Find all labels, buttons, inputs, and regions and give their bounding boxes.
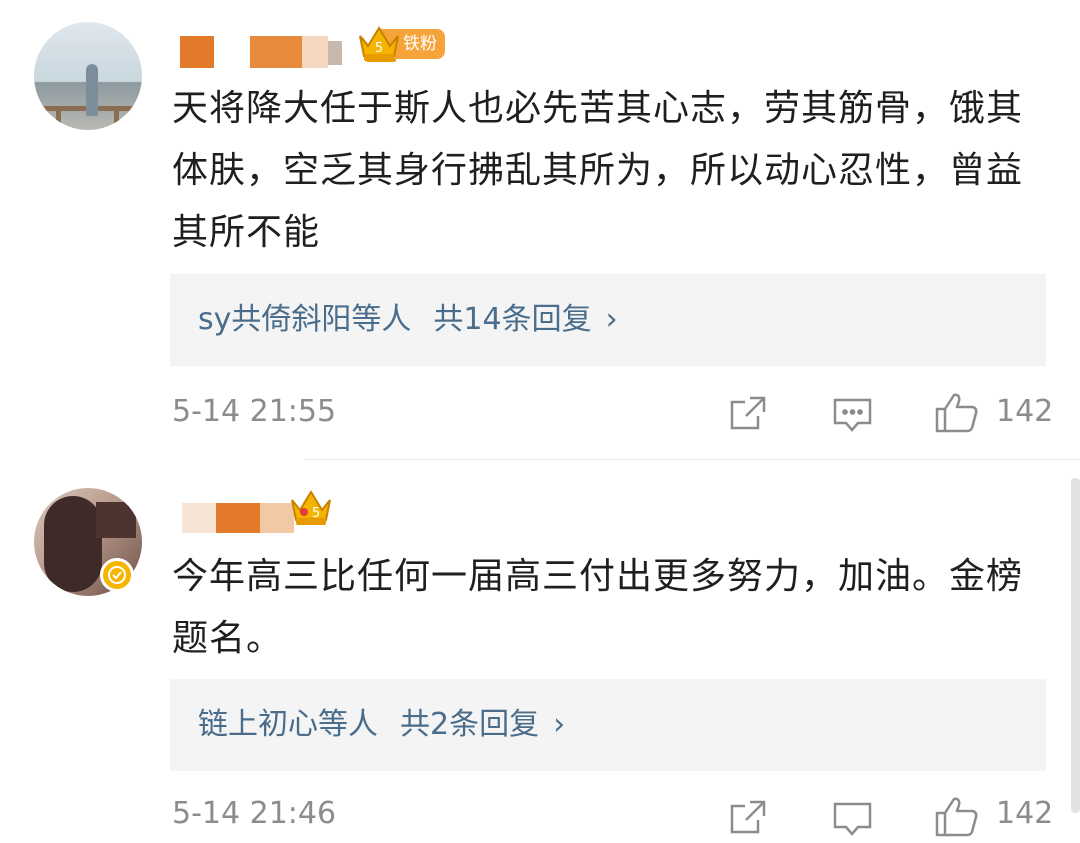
crown-icon: 5 — [288, 486, 334, 534]
avatar-block — [96, 502, 136, 538]
chevron-right-icon: › — [553, 707, 566, 742]
comment-text: 天将降大任于斯人也必先苦其心志，劳其筋骨，饿其体肤，空乏其身行拂乱其所为，所以动… — [172, 88, 1024, 253]
like-count: 142 — [996, 796, 1054, 831]
crown-icon: 5 — [356, 22, 402, 70]
comment-icon[interactable] — [832, 395, 874, 439]
comment-text: 今年高三比任何一届高三付出更多努力，加油。金榜题名。 — [172, 556, 1024, 659]
like-icon[interactable] — [934, 795, 980, 843]
reply-names: 链上初心等人 — [198, 707, 378, 742]
verified-check-icon — [108, 566, 126, 584]
username-redacted[interactable] — [178, 499, 298, 537]
avatar-post — [56, 106, 61, 130]
like-count: 142 — [996, 394, 1054, 429]
mosaic-icon — [182, 503, 294, 533]
fan-badge-label: 铁粉 — [403, 34, 437, 54]
reply-count: 共14条回复 — [433, 302, 592, 337]
svg-text:5: 5 — [312, 506, 320, 521]
reply-names: sy共倚斜阳等人 — [198, 302, 412, 337]
reply-count: 共2条回复 — [400, 707, 540, 742]
chevron-right-icon: › — [605, 302, 618, 337]
comment-icon[interactable] — [832, 799, 874, 843]
reply-summary[interactable]: 链上初心等人 共2条回复 › — [170, 679, 1046, 771]
avatar[interactable] — [34, 22, 142, 130]
comment-item: 铁粉 5 天将降大任于斯人也必先苦其心志，劳其筋骨，饿其体肤，空乏其身行拂乱其所… — [0, 0, 1080, 459]
svg-text:5: 5 — [375, 41, 383, 56]
comment-time: 5-14 21:55 — [172, 394, 337, 429]
share-icon[interactable] — [728, 394, 768, 438]
scrollbar[interactable] — [1071, 478, 1080, 813]
mosaic-icon — [180, 36, 342, 68]
like-icon[interactable] — [934, 391, 980, 439]
share-icon[interactable] — [728, 798, 768, 842]
comment-time: 5-14 21:46 — [172, 796, 337, 831]
avatar-hair — [44, 496, 102, 592]
reply-summary[interactable]: sy共倚斜阳等人 共14条回复 › — [170, 274, 1046, 366]
username-redacted[interactable] — [178, 33, 348, 71]
avatar-post — [114, 106, 119, 130]
verified-badge — [100, 558, 134, 592]
avatar-figure — [86, 64, 98, 116]
